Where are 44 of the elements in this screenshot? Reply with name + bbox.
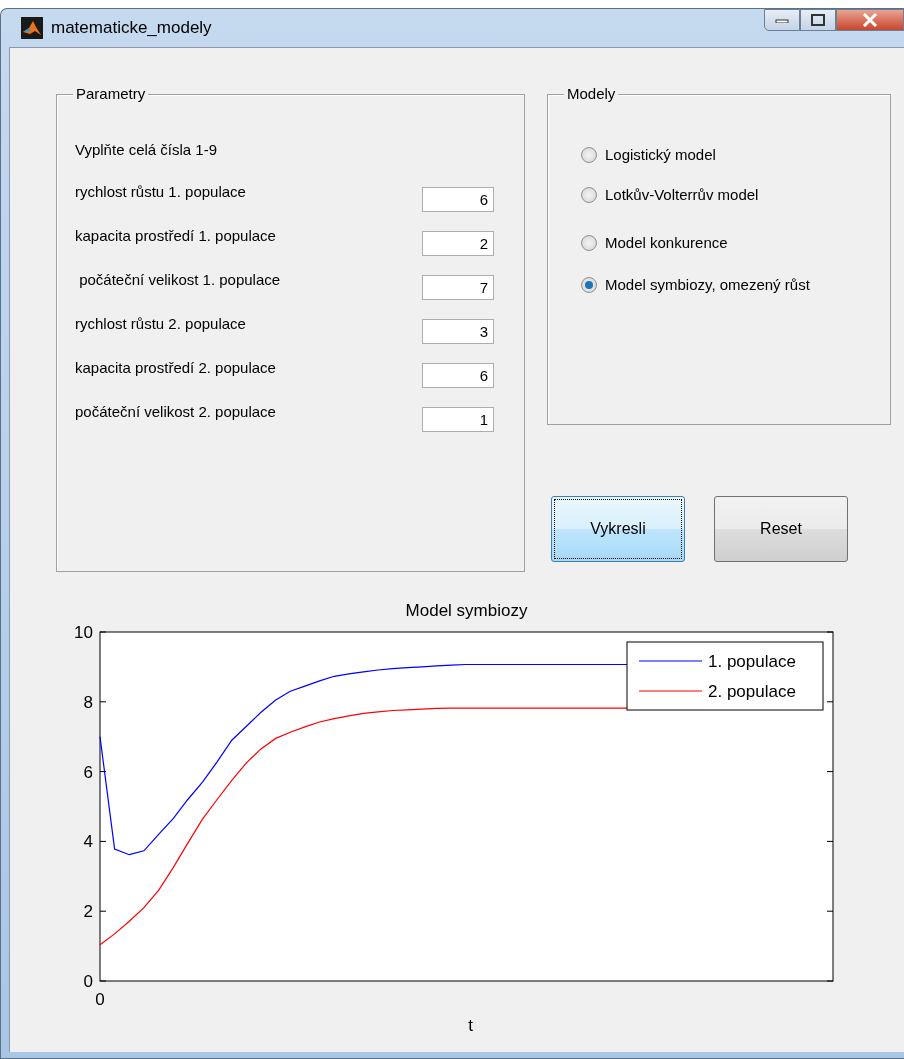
app-icon — [21, 17, 43, 39]
legend-label: 1. populace — [707, 652, 796, 671]
axis-tick-label: 2 — [83, 902, 93, 922]
radio-label: Model konkurence — [605, 234, 728, 252]
radio-label: Lotkův-Volterrův model — [605, 186, 759, 204]
number-field[interactable]: 2 — [422, 231, 494, 256]
legend-line — [637, 690, 703, 692]
reset-button[interactable]: Reset — [714, 496, 848, 562]
field-label: kapacita prostředí 1. populace — [75, 227, 276, 245]
field-label: počáteční velikost 2. populace — [75, 403, 276, 421]
close-icon — [862, 13, 878, 27]
chart-title: Model symbiozy — [405, 601, 527, 620]
legend-label: 2. populace — [707, 682, 796, 701]
axis-tick-label: 8 — [83, 692, 93, 712]
radio-button[interactable] — [581, 235, 597, 251]
number-field[interactable]: 6 — [422, 187, 494, 212]
field-label: rychlost růstu 1. populace — [75, 183, 246, 201]
maximize-button[interactable] — [800, 9, 836, 31]
axis-tick-label: 4 — [83, 832, 93, 852]
radio-button[interactable] — [581, 147, 597, 163]
close-button[interactable] — [836, 9, 904, 31]
field-label: rychlost růstu 2. populace — [75, 315, 246, 333]
number-field[interactable]: 1 — [422, 407, 494, 432]
number-field[interactable]: 3 — [422, 319, 494, 344]
axis-tick-label: 0 — [94, 990, 105, 1009]
axis-tick-label: 10 — [73, 623, 93, 642]
number-field[interactable]: 7 — [422, 275, 494, 300]
minimize-icon — [775, 17, 789, 23]
radio-label: Logistický model — [605, 146, 716, 164]
window-title: matematicke_modely — [51, 17, 212, 40]
field-label: kapacita prostředí 2. populace — [75, 359, 276, 377]
radio-button[interactable] — [581, 187, 597, 203]
axis-tick-label: 0 — [83, 972, 93, 991]
legend-line — [637, 660, 703, 662]
axis-label: t — [467, 1016, 473, 1035]
field-label: počáteční velikost 1. populace — [78, 271, 281, 289]
radio-button[interactable] — [581, 277, 597, 293]
plot-button[interactable]: Vykresli — [551, 496, 685, 562]
panel-title: Modely — [564, 85, 619, 103]
number-field[interactable]: 6 — [422, 363, 494, 388]
instruction-text: Vyplňte celá čísla 1-9 — [75, 141, 218, 159]
radio-label: Model symbiozy, omezený růst — [605, 276, 810, 294]
maximize-icon — [811, 14, 825, 26]
axis-tick-label: 6 — [83, 762, 93, 782]
